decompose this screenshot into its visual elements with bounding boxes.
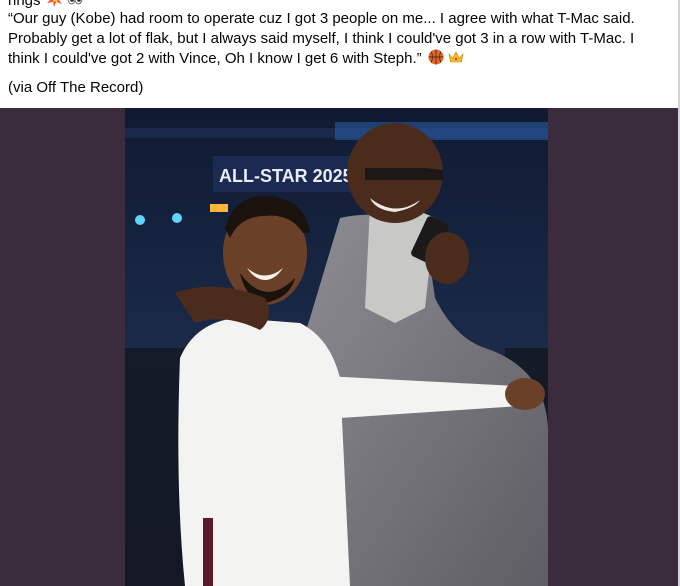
post-photo[interactable]: ALL-STAR 2025 [125,108,548,586]
photo-illustration: ALL-STAR 2025 [125,108,548,586]
post-text-area: rings “Our guy (Kobe) had room to operat… [0,0,680,108]
post-quote-text: “Our guy (Kobe) had room to operate cuz … [8,10,635,67]
previous-line-text: rings [8,0,41,9]
post-media[interactable]: ALL-STAR 2025 [0,108,680,586]
basketball-emoji-icon [428,49,444,65]
post-source: (via Off The Record) [8,79,144,96]
post-quote: “Our guy (Kobe) had room to operate cuz … [8,9,658,69]
collision-emoji-icon [46,0,62,7]
facebook-post: rings “Our guy (Kobe) had room to operat… [0,0,680,586]
all-star-banner: ALL-STAR 2025 [219,166,353,186]
eyes-emoji-icon [67,0,83,5]
crown-emoji-icon [448,51,464,63]
